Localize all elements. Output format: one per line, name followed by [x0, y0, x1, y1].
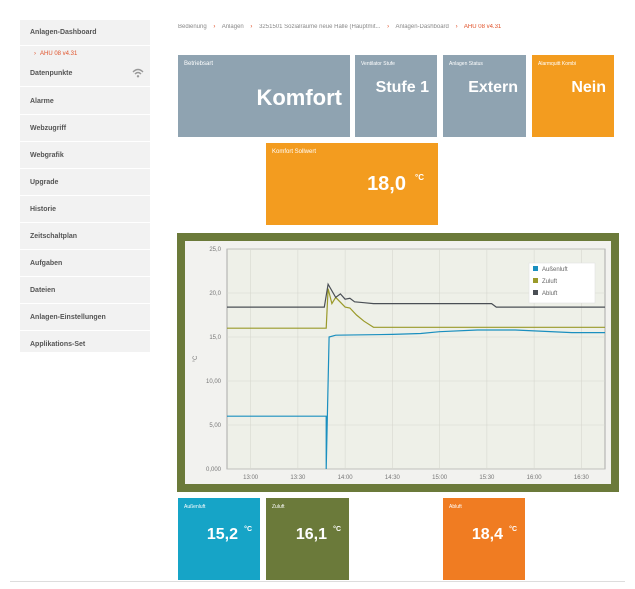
tile-value: 16,1 [295, 526, 327, 543]
legend-swatch [533, 266, 538, 271]
sidebar-item-upgrade[interactable]: Upgrade [20, 170, 150, 196]
sidebar-item-label: AHU 08 v4.31 [40, 51, 78, 57]
legend-swatch [533, 278, 538, 283]
sidebar-item-label: Webgrafik [30, 152, 64, 159]
tile-unit: °C [244, 526, 252, 533]
tile-value: Nein [571, 79, 606, 96]
y-tick-label: 20,0 [209, 291, 221, 297]
alarm-tile[interactable]: Alarmquitt Kombi Nein [532, 55, 614, 137]
chevron-right-icon: › [387, 24, 390, 30]
tile-unit: °C [415, 173, 424, 182]
chevron-right-icon: › [250, 24, 253, 30]
y-tick-label: 10,00 [206, 379, 222, 385]
chevron-right-icon: › [213, 24, 216, 30]
legend-label: Zuluft [542, 279, 557, 285]
sidebar-item-label: Datenpunkte [30, 70, 73, 77]
tile-label: Außenluft [184, 504, 206, 510]
sidebar-item-datenpunkte[interactable]: Datenpunkte [20, 61, 150, 87]
breadcrumb-current: AHU 08 v4.31 [463, 24, 502, 30]
sidebar-item-ahu[interactable]: › AHU 08 v4.31 [20, 47, 150, 61]
sidebar-item-anlagen-dashboard[interactable]: Anlagen-Dashboard [20, 20, 150, 46]
x-tick-label: 14:00 [338, 475, 354, 481]
sidebar: Anlagen-Dashboard › AHU 08 v4.31 Datenpun… [20, 20, 150, 358]
anlagen-status-tile[interactable]: Anlagen Status Extern [443, 55, 526, 137]
sidebar-item-anlagen-einstellungen[interactable]: Anlagen-Einstellungen [20, 305, 150, 331]
sidebar-item-webgrafik[interactable]: Webgrafik [20, 143, 150, 169]
tile-label: Zuluft [272, 504, 285, 510]
wifi-icon [132, 68, 144, 78]
divider [10, 581, 625, 582]
temperature-chart[interactable]: 0,000 5,00 10,00 15,0 20,0 25,0 13:00 13:30 14:0… [185, 241, 611, 484]
sidebar-item-historie[interactable]: Historie [20, 197, 150, 223]
y-tick-label: 0,000 [206, 467, 222, 473]
sidebar-item-zeitschaltplan[interactable]: Zeitschaltplan [20, 224, 150, 250]
breadcrumb-item[interactable]: Anlagen-Dashboard [396, 24, 449, 30]
x-tick-label: 15:30 [479, 475, 495, 481]
x-tick-label: 16:30 [574, 475, 590, 481]
tile-value: Stufe 1 [375, 79, 429, 96]
tile-unit: °C [509, 526, 517, 533]
tile-value: 18,4 [471, 526, 503, 543]
abluft-tile[interactable]: Abluft 18,4 °C [443, 498, 525, 580]
sidebar-item-label: Anlagen-Dashboard [30, 29, 97, 36]
x-tick-label: 15:00 [432, 475, 448, 481]
legend-label: Außenluft [542, 267, 568, 273]
chart-panel: 0,000 5,00 10,00 15,0 20,0 25,0 13:00 13:30 14:0… [177, 233, 619, 492]
sidebar-item-applikations-set[interactable]: Applikations-Set [20, 332, 150, 358]
x-tick-label: 16:00 [527, 475, 543, 481]
luefter-stufe-tile[interactable]: Ventilator Stufe Stufe 1 [355, 55, 437, 137]
tile-label: Komfort Sollwert [272, 149, 317, 155]
sidebar-item-label: Alarme [30, 98, 54, 105]
tile-label: Ventilator Stufe [361, 61, 395, 67]
x-tick-label: 13:00 [243, 475, 259, 481]
sidebar-item-label: Zeitschaltplan [30, 233, 78, 240]
aussenluft-tile[interactable]: Außenluft 15,2 °C [178, 498, 260, 580]
y-tick-label: 5,00 [209, 423, 221, 429]
sidebar-item-dateien[interactable]: Dateien [20, 278, 150, 304]
y-tick-label: 15,0 [209, 335, 221, 341]
x-tick-label: 14:30 [385, 475, 401, 481]
sidebar-item-label: Webzugriff [30, 125, 67, 132]
chart-area: 0,000 5,00 10,00 15,0 20,0 25,0 13:00 13:30 14:0… [185, 241, 611, 484]
y-tick-label: 25,0 [209, 247, 221, 253]
sidebar-item-label: Anlagen-Einstellungen [30, 314, 106, 321]
chevron-right-icon: › [34, 51, 36, 57]
breadcrumb-item[interactable]: Anlagen [222, 24, 244, 30]
tile-label: Abluft [449, 504, 462, 510]
tile-value: Komfort [256, 85, 342, 110]
betriebsart-tile[interactable]: Betriebsart Komfort [178, 55, 350, 137]
tile-label: Alarmquitt Kombi [538, 61, 577, 67]
y-axis-label: °C [193, 355, 199, 362]
x-tick-label: 13:30 [290, 475, 306, 481]
tile-label: Anlagen Status [449, 61, 483, 67]
legend-swatch [533, 290, 538, 295]
breadcrumb: Bedienung › Anlagen › 3251501 Sozialräum… [178, 24, 618, 36]
komfort-sollwert-tile[interactable]: Komfort Sollwert 18,0 °C [266, 143, 438, 225]
sidebar-item-label: Upgrade [30, 179, 59, 186]
sidebar-item-label: Applikations-Set [30, 341, 86, 348]
tile-label: Betriebsart [184, 61, 214, 67]
tile-value: Extern [468, 79, 518, 96]
breadcrumb-item[interactable]: 3251501 Sozialräume neue Halle (Hauptmit… [259, 24, 380, 30]
zuluft-tile[interactable]: Zuluft 16,1 °C [266, 498, 349, 580]
chevron-right-icon: › [455, 24, 458, 30]
sidebar-item-aufgaben[interactable]: Aufgaben [20, 251, 150, 277]
sidebar-item-label: Dateien [30, 287, 56, 294]
sidebar-item-webzugriff[interactable]: Webzugriff [20, 116, 150, 142]
tile-value: 18,0 [367, 173, 406, 195]
tile-value: 15,2 [206, 526, 238, 543]
sidebar-item-alarme[interactable]: Alarme [20, 89, 150, 115]
sidebar-item-label: Historie [30, 206, 57, 213]
sidebar-item-label: Aufgaben [30, 260, 63, 267]
tile-unit: °C [333, 526, 341, 533]
legend-label: Abluft [542, 291, 558, 297]
breadcrumb-item[interactable]: Bedienung [178, 24, 207, 30]
